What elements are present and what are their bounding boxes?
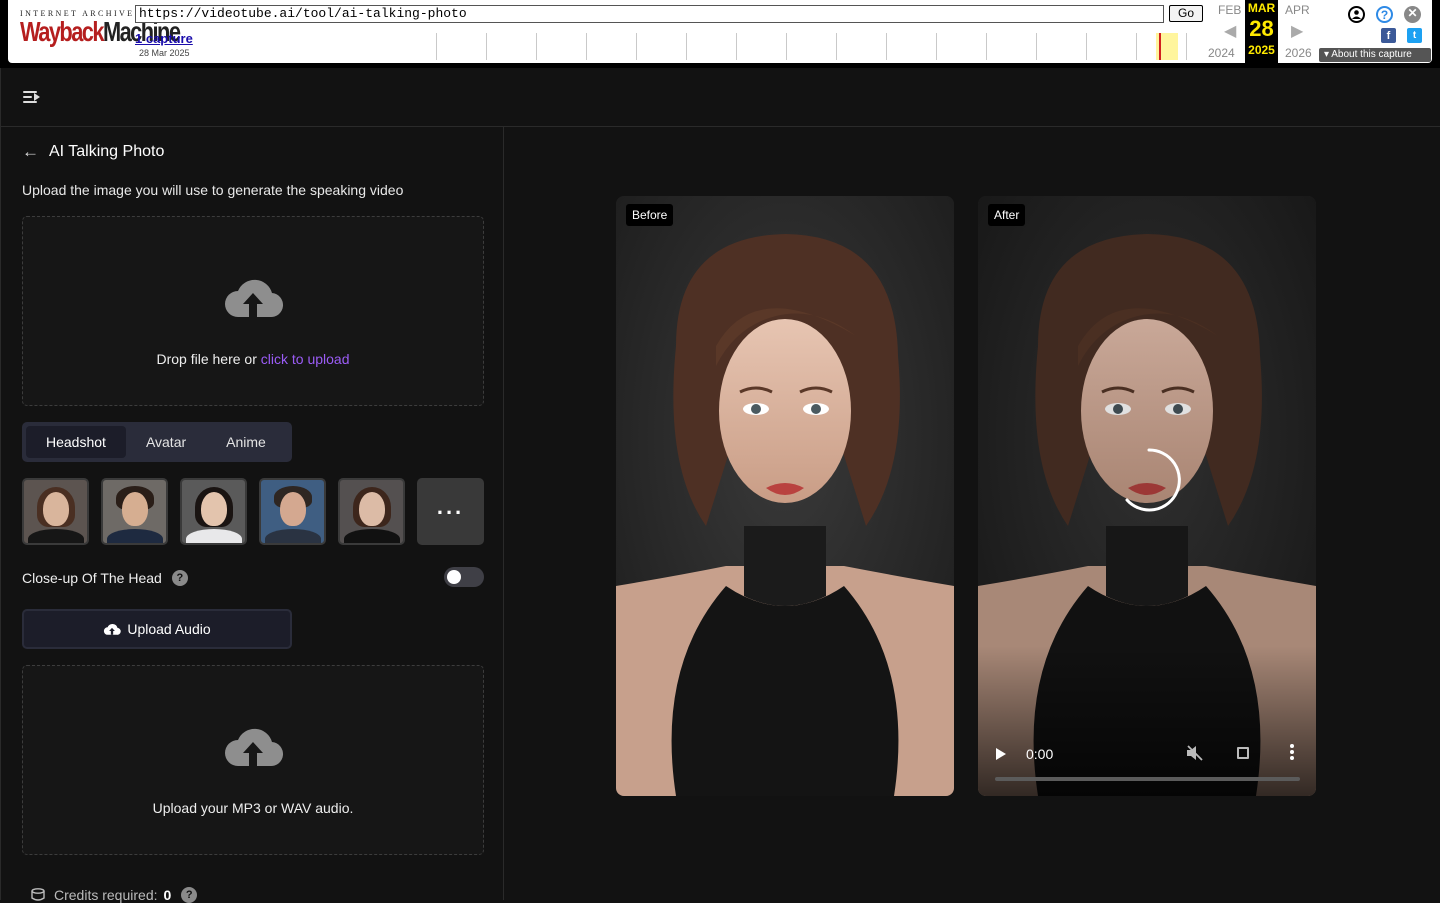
timeline-tick — [1136, 33, 1137, 60]
wayback-toolbar-inner: INTERNET ARCHIVE WaybackMachine https://… — [8, 0, 1432, 63]
current-month: MAR — [1247, 1, 1276, 15]
timeline-tick — [736, 33, 737, 60]
category-tabs: Headshot Avatar Anime — [22, 422, 292, 462]
closeup-label: Close-up Of The Head — [22, 570, 162, 586]
before-card: Before — [616, 196, 954, 796]
before-label: Before — [626, 204, 674, 226]
video-time: 0:00 — [1026, 746, 1054, 762]
loading-spinner-icon — [1125, 448, 1181, 512]
closeup-toggle[interactable] — [444, 567, 484, 587]
click-to-upload-link[interactable]: click to upload — [261, 351, 350, 367]
drop-text: Drop file here or — [156, 351, 261, 367]
timeline-tick — [786, 33, 787, 60]
back-row: ← AI Talking Photo — [22, 142, 164, 162]
cloud-upload-icon — [225, 279, 284, 318]
prev-month[interactable]: FEB — [1218, 3, 1241, 17]
prev-arrow-icon[interactable]: ◀ — [1224, 21, 1236, 41]
wayback-url-input[interactable]: https://videotube.ai/tool/ai-talking-pho… — [135, 5, 1164, 23]
sample-thumb[interactable] — [101, 478, 168, 545]
credits-row: Credits required: 0 ? — [30, 887, 198, 903]
credits-help-icon[interactable]: ? — [181, 887, 198, 903]
back-arrow-icon[interactable]: ← — [22, 142, 39, 162]
audio-dropzone[interactable]: Upload your MP3 or WAV audio. — [22, 665, 484, 855]
before-portrait-image — [616, 196, 954, 796]
current-day: 28 — [1249, 16, 1274, 41]
timeline-tick — [836, 33, 837, 60]
fullscreen-icon[interactable] — [1237, 747, 1249, 759]
page-title: AI Talking Photo — [49, 143, 165, 160]
about-capture-dropdown[interactable]: ▾ About this capture — [1319, 48, 1431, 62]
help-icon[interactable]: ? — [1376, 6, 1393, 23]
timeline-tick — [686, 33, 687, 60]
audio-dropzone-text: Upload your MP3 or WAV audio. — [152, 800, 354, 816]
timeline-tick — [436, 33, 437, 60]
closeup-row: Close-up Of The Head ? — [22, 570, 188, 586]
close-icon[interactable]: ✕ — [1404, 6, 1421, 23]
more-samples-button[interactable]: ... — [417, 478, 484, 545]
closeup-help-icon[interactable]: ? — [171, 570, 188, 586]
cloud-upload-icon — [104, 624, 122, 635]
timeline-capture-mark[interactable] — [1159, 33, 1161, 60]
sample-thumb[interactable] — [22, 478, 89, 545]
menu-toggle-icon[interactable] — [23, 89, 41, 105]
upload-audio-label: Upload Audio — [127, 621, 211, 637]
account-icon[interactable] — [1348, 6, 1365, 23]
video-controls: 0:00 — [978, 734, 1316, 796]
sample-thumb[interactable] — [259, 478, 326, 545]
credits-value: 0 — [163, 887, 172, 903]
play-icon[interactable] — [996, 748, 1006, 760]
timeline-tick — [1036, 33, 1037, 60]
wayback-go-button[interactable]: Go — [1169, 5, 1203, 22]
more-options-icon[interactable] — [1290, 744, 1294, 764]
upload-audio-button[interactable]: Upload Audio — [22, 609, 292, 649]
preview-area: Before After 0:00 — [505, 127, 1440, 900]
after-card: After 0:00 — [978, 196, 1316, 796]
tab-headshot[interactable]: Headshot — [26, 426, 126, 458]
next-month[interactable]: APR — [1285, 3, 1310, 17]
sample-thumb[interactable] — [338, 478, 405, 545]
timeline-tick — [1186, 33, 1187, 60]
twitter-icon[interactable]: t — [1407, 28, 1422, 43]
cloud-upload-icon — [225, 728, 284, 767]
app-header — [0, 68, 1440, 127]
upload-instructions: Upload the image you will use to generat… — [22, 182, 404, 198]
tool-panel: ← AI Talking Photo Upload the image you … — [0, 127, 504, 903]
timeline-tick — [636, 33, 637, 60]
tab-avatar[interactable]: Avatar — [126, 426, 206, 458]
wayback-machine-text: WaybackMachine — [20, 16, 181, 47]
facebook-icon[interactable]: f — [1381, 28, 1396, 43]
about-capture-label: About this capture — [1331, 49, 1412, 60]
wayback-toolbar: INTERNET ARCHIVE WaybackMachine https://… — [0, 0, 1440, 68]
prev-year[interactable]: 2024 — [1208, 46, 1235, 60]
timeline-tick — [536, 33, 537, 60]
mute-icon[interactable] — [1186, 745, 1204, 764]
sample-image-list: ... — [22, 478, 484, 545]
wayback-word: Wayback — [20, 16, 105, 47]
timeline-tick — [586, 33, 587, 60]
next-year[interactable]: 2026 — [1285, 46, 1312, 60]
current-capture-date: MAR 28 2025 — [1245, 0, 1278, 63]
current-year: 2025 — [1248, 43, 1275, 57]
month-navigator: FEB ◀ 2024 MAR 28 2025 APR ▶ 2026 — [1208, 0, 1312, 63]
image-dropzone-text: Drop file here or click to upload — [23, 351, 483, 367]
after-label: After — [988, 204, 1026, 226]
timeline-tick — [986, 33, 987, 60]
next-arrow-icon[interactable]: ▶ — [1291, 21, 1303, 41]
image-dropzone[interactable]: Drop file here or click to upload — [22, 216, 484, 406]
timeline-tick — [886, 33, 887, 60]
captures-link[interactable]: 1 capture — [135, 31, 193, 46]
toggle-knob — [447, 570, 461, 584]
capture-timeline[interactable] — [428, 33, 1203, 60]
timeline-tick — [1086, 33, 1087, 60]
tab-anime[interactable]: Anime — [206, 426, 286, 458]
timeline-tick — [486, 33, 487, 60]
credits-label: Credits required: — [54, 887, 158, 903]
timeline-tick — [936, 33, 937, 60]
wayback-logo[interactable]: INTERNET ARCHIVE WaybackMachine — [20, 9, 181, 47]
sample-thumb[interactable] — [180, 478, 247, 545]
video-progress-bar[interactable] — [995, 777, 1300, 781]
capture-date: 28 Mar 2025 — [139, 48, 190, 58]
